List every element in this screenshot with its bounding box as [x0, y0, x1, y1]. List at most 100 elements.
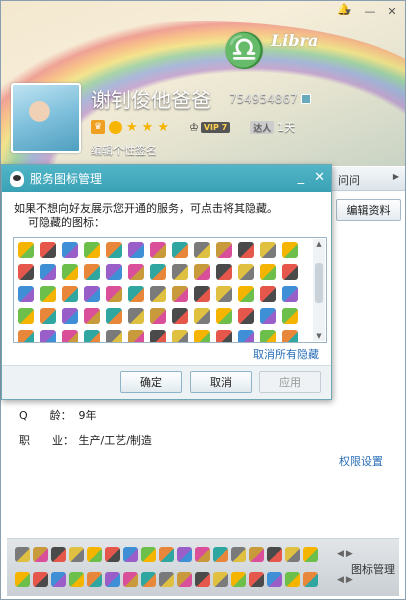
- service-icon[interactable]: [18, 264, 34, 280]
- service-icon[interactable]: [106, 330, 122, 342]
- unhide-all-link[interactable]: 取消所有隐藏: [253, 346, 319, 362]
- tab-ask[interactable]: 问问 ▶: [332, 167, 405, 191]
- service-icon[interactable]: [267, 547, 282, 562]
- service-icon[interactable]: [62, 264, 78, 280]
- service-icon[interactable]: [249, 547, 264, 562]
- service-icon[interactable]: [84, 308, 100, 324]
- service-icon[interactable]: [128, 330, 144, 342]
- service-icon[interactable]: [141, 572, 156, 587]
- service-icon[interactable]: [238, 308, 254, 324]
- service-icon[interactable]: [303, 547, 318, 562]
- service-icon[interactable]: [238, 330, 254, 342]
- service-icon[interactable]: [260, 264, 276, 280]
- service-icon[interactable]: [195, 547, 210, 562]
- talent-badge[interactable]: 达人 1天: [250, 119, 295, 135]
- service-icon[interactable]: [33, 572, 48, 587]
- service-icon[interactable]: [40, 308, 56, 324]
- service-icon[interactable]: [285, 572, 300, 587]
- service-icon[interactable]: [238, 264, 254, 280]
- service-icon[interactable]: [106, 308, 122, 324]
- service-icon[interactable]: [62, 286, 78, 302]
- crown-icon[interactable]: ♛: [91, 120, 105, 134]
- service-icon[interactable]: [18, 286, 34, 302]
- service-icon[interactable]: [282, 242, 298, 258]
- service-icon[interactable]: [159, 547, 174, 562]
- service-icon[interactable]: [172, 308, 188, 324]
- service-icon[interactable]: [150, 286, 166, 302]
- dialog-titlebar[interactable]: 服务图标管理 _ ✕: [2, 165, 331, 192]
- service-icon[interactable]: [267, 572, 282, 587]
- service-icon[interactable]: [128, 286, 144, 302]
- service-icon[interactable]: [18, 308, 34, 324]
- service-icon[interactable]: [84, 242, 100, 258]
- service-icon[interactable]: [62, 308, 78, 324]
- service-icon[interactable]: [150, 308, 166, 324]
- service-icon[interactable]: [123, 547, 138, 562]
- service-icon[interactable]: [150, 264, 166, 280]
- cancel-button[interactable]: 取消: [190, 371, 252, 393]
- service-icon[interactable]: [40, 286, 56, 302]
- scroll-thumb[interactable]: [315, 263, 323, 303]
- apply-button[interactable]: 应用: [259, 371, 321, 393]
- service-icon[interactable]: [62, 330, 78, 342]
- service-icon[interactable]: [69, 547, 84, 562]
- service-icon[interactable]: [51, 572, 66, 587]
- service-icon[interactable]: [172, 264, 188, 280]
- service-icon[interactable]: [194, 308, 210, 324]
- service-icon[interactable]: [150, 330, 166, 342]
- edit-profile-button[interactable]: 编辑资料: [336, 199, 401, 221]
- service-icon[interactable]: [105, 547, 120, 562]
- service-icon[interactable]: [213, 572, 228, 587]
- service-icon[interactable]: [216, 330, 232, 342]
- permission-settings-link[interactable]: 权限设置: [339, 453, 383, 469]
- service-icon[interactable]: [150, 242, 166, 258]
- service-icon[interactable]: [18, 330, 34, 342]
- service-icon[interactable]: [69, 572, 84, 587]
- service-icon[interactable]: [282, 286, 298, 302]
- signature-field[interactable]: 编辑个性签名: [91, 142, 157, 158]
- minimize-icon[interactable]: —: [361, 3, 379, 19]
- service-icon[interactable]: [87, 572, 102, 587]
- service-icon[interactable]: [84, 286, 100, 302]
- icon-manager-link[interactable]: 图标管理: [351, 561, 395, 577]
- service-icon[interactable]: [18, 242, 34, 258]
- service-icon[interactable]: [172, 242, 188, 258]
- service-icon[interactable]: [40, 264, 56, 280]
- service-icon[interactable]: [84, 264, 100, 280]
- avatar[interactable]: [11, 83, 81, 153]
- service-icon[interactable]: [172, 330, 188, 342]
- service-icon[interactable]: [216, 308, 232, 324]
- service-icon[interactable]: [87, 547, 102, 562]
- service-icon[interactable]: [249, 572, 264, 587]
- service-icon[interactable]: [51, 547, 66, 562]
- service-icon[interactable]: [260, 286, 276, 302]
- service-icon[interactable]: [260, 242, 276, 258]
- service-icon[interactable]: [285, 547, 300, 562]
- service-icon[interactable]: [194, 242, 210, 258]
- service-icon[interactable]: [15, 572, 30, 587]
- service-icon[interactable]: [303, 572, 318, 587]
- service-icon[interactable]: [194, 264, 210, 280]
- service-icon[interactable]: [128, 308, 144, 324]
- service-icon[interactable]: [62, 242, 78, 258]
- service-icon[interactable]: [177, 547, 192, 562]
- service-icon[interactable]: [159, 572, 174, 587]
- close-icon[interactable]: ✕: [314, 170, 325, 185]
- service-icon[interactable]: [141, 547, 156, 562]
- arrow-right-icon[interactable]: ▶: [393, 172, 399, 185]
- service-icon[interactable]: [105, 572, 120, 587]
- scrollbar[interactable]: ▲ ▼: [313, 239, 325, 341]
- arrow-right-icon[interactable]: ▶: [346, 549, 353, 559]
- service-icon[interactable]: [128, 264, 144, 280]
- service-icon[interactable]: [238, 242, 254, 258]
- service-icon[interactable]: [15, 547, 30, 562]
- arrow-left-icon[interactable]: ◀: [337, 575, 344, 585]
- service-icon[interactable]: [213, 547, 228, 562]
- service-icon[interactable]: [216, 286, 232, 302]
- service-icon[interactable]: [84, 330, 100, 342]
- ok-button[interactable]: 确定: [120, 371, 182, 393]
- service-icon[interactable]: [177, 572, 192, 587]
- service-icon[interactable]: [123, 572, 138, 587]
- service-icon[interactable]: [231, 547, 246, 562]
- service-icon[interactable]: [238, 286, 254, 302]
